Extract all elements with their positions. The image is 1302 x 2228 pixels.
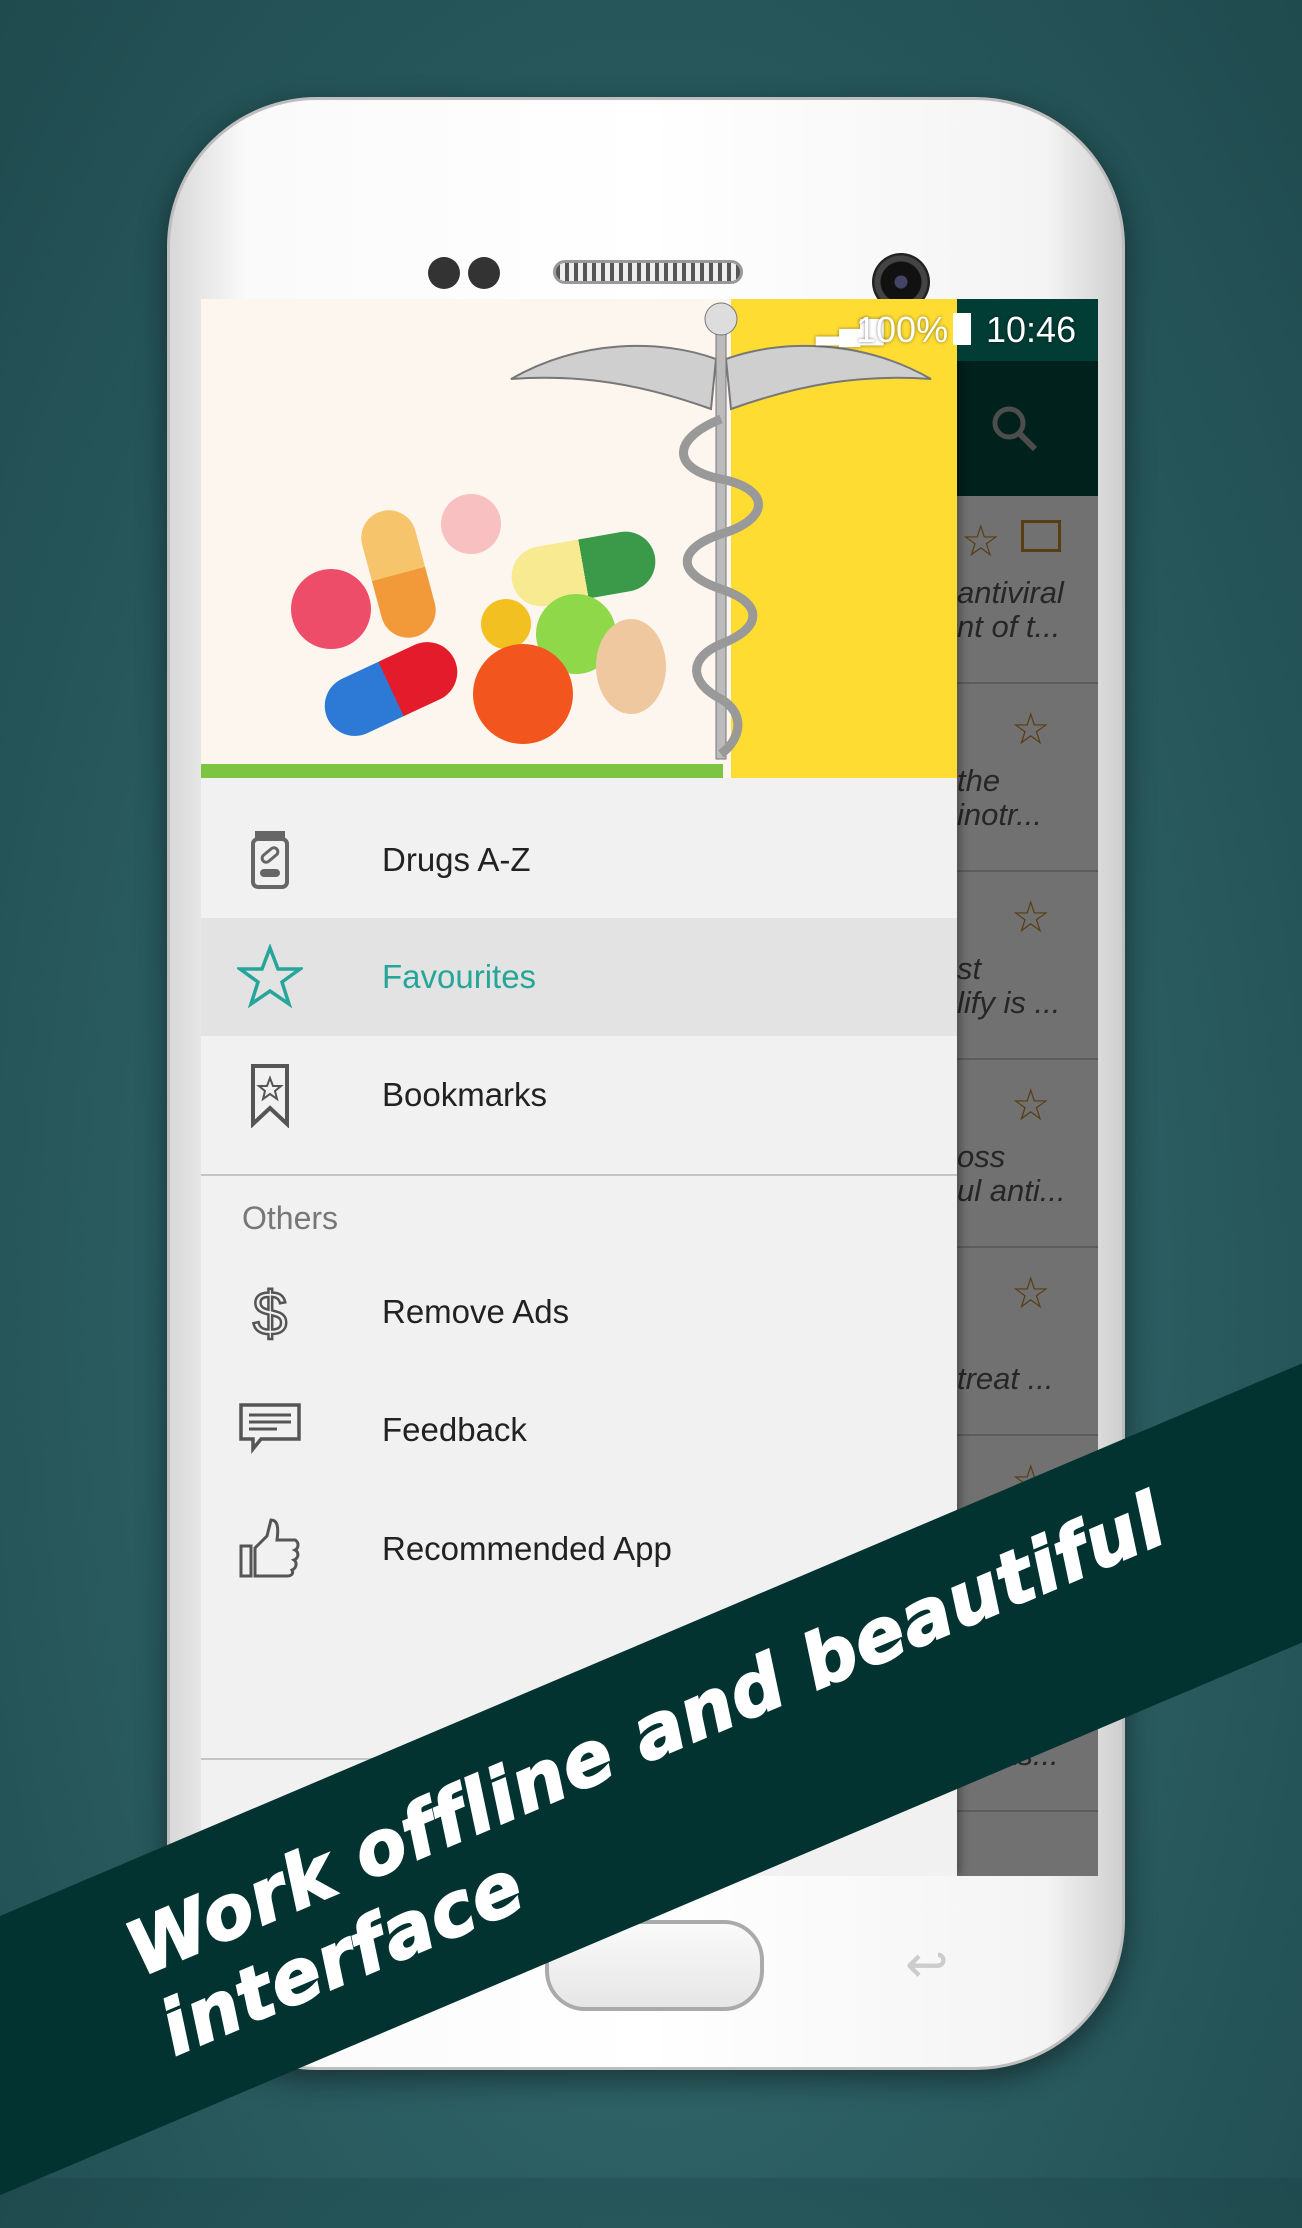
caduceus-logo [510,302,932,760]
star-icon [237,944,303,1009]
sensor-dot [428,257,460,289]
drawer-item-label: Feedback [382,1411,527,1448]
drawer-item-feedback[interactable]: Feedback [201,1371,957,1489]
drawer-item-drugs-a-z[interactable]: Drugs A-Z [201,801,957,919]
svg-text:$: $ [253,1280,287,1345]
battery-percent: 100% [856,309,949,350]
feedback-icon [239,1403,301,1454]
clock: 10:46 [986,309,1077,350]
speaker-grille [553,260,743,284]
drawer-item-favourites[interactable]: Favourites [201,918,957,1036]
bookmark-icon [251,1064,289,1128]
drawer-item-label: Bookmarks [382,1076,548,1113]
battery-icon [953,313,971,345]
drawer-item-label: Favourites [382,958,537,995]
section-title-others: Others [242,1200,339,1236]
sensor-dot [468,257,500,289]
drawer-item-bookmarks[interactable]: Bookmarks [201,1036,957,1154]
drawer-item-label: Recommended App [382,1530,672,1567]
drawer-item-label: Remove Ads [382,1293,570,1330]
drawer-item-label: Drugs A-Z [382,841,531,878]
thumbs-up-icon [239,1518,300,1578]
divider [201,1174,957,1176]
pill-bottle-icon [251,831,289,889]
status-bar: ▂▄▆ 100% 10:46 [201,299,1098,361]
drawer-item-remove-ads[interactable]: $ Remove Ads [201,1253,957,1371]
drawer-header-image [201,299,957,778]
dollar-icon: $ [252,1279,289,1345]
back-icon[interactable]: ↩ [905,1935,949,1995]
